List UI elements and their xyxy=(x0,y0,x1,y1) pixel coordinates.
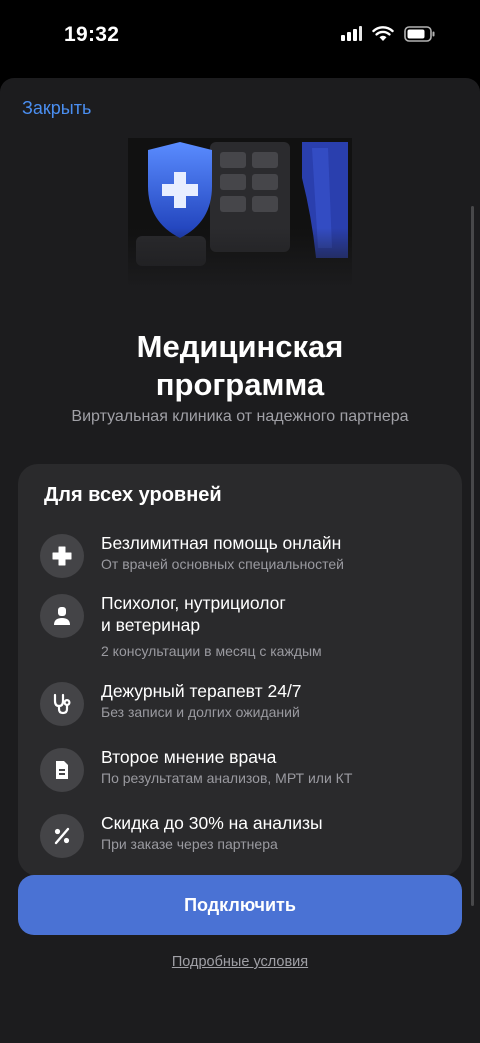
wifi-icon xyxy=(372,26,394,41)
medical-shield-illustration xyxy=(128,138,352,288)
close-button[interactable]: Закрыть xyxy=(22,98,91,119)
plus-icon xyxy=(40,534,84,578)
status-icons xyxy=(340,26,436,42)
card-title: Для всех уровней xyxy=(44,484,222,506)
connect-button[interactable]: Подключить xyxy=(18,875,462,935)
feature-title: Психолог, нутрициолог и ветеринар xyxy=(101,592,286,636)
page-title-line: программа xyxy=(155,367,325,402)
battery-icon xyxy=(404,26,435,42)
page-title: Медицинская программа xyxy=(0,328,480,404)
feature-title-line: и ветеринар xyxy=(101,615,201,635)
feature-title: Дежурный терапевт 24/7 xyxy=(101,681,302,701)
feature-title: Безлимитная помощь онлайн xyxy=(101,533,342,553)
scroll-indicator[interactable] xyxy=(471,206,474,906)
page-subtitle: Виртуальная клиника от надежного партнер… xyxy=(71,408,409,425)
status-bar: 19:32 xyxy=(0,0,480,72)
person-icon xyxy=(40,594,84,638)
feature-title-line: Психолог, нутрициолог xyxy=(101,593,286,613)
feature-subtitle: От врачей основных специальностей xyxy=(101,556,344,572)
document-icon xyxy=(40,748,84,792)
cellular-signal-icon xyxy=(341,26,362,41)
terms-link[interactable]: Подробные условия xyxy=(0,954,480,970)
percent-icon xyxy=(40,814,84,858)
page-title-line: Медицинская xyxy=(136,329,344,364)
feature-subtitle: Без записи и долгих ожиданий xyxy=(101,704,300,720)
feature-subtitle: При заказе через партнера xyxy=(101,836,278,852)
stethoscope-icon xyxy=(40,682,84,726)
modal-sheet: Закрыть Медицинская программа Виртуальна… xyxy=(0,78,480,1043)
status-time: 19:32 xyxy=(64,23,120,46)
feature-title: Второе мнение врача xyxy=(101,747,277,767)
feature-title: Скидка до 30% на анализы xyxy=(101,813,323,833)
feature-subtitle: По результатам анализов, МРТ или КТ xyxy=(101,770,353,786)
feature-subtitle: 2 консультации в месяц с каждым xyxy=(101,643,322,659)
features-card: Для всех уровней Безлимитная помощь онла… xyxy=(18,464,462,876)
